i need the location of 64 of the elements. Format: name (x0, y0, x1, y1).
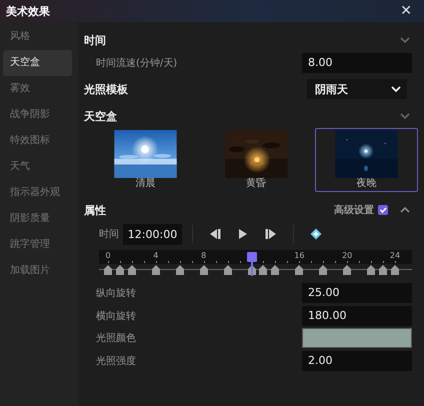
keyframe-marker[interactable] (222, 264, 233, 275)
tick-label: 0 (105, 251, 111, 260)
keyframe-marker[interactable] (198, 264, 209, 275)
keyframe-marker[interactable] (126, 264, 137, 275)
template-dropdown[interactable]: 阴雨天 (307, 79, 407, 99)
skybox-option[interactable]: 黄昏 (204, 128, 308, 192)
dropdown-caret-icon (391, 86, 401, 92)
section-title: 天空盒 (84, 108, 117, 124)
sidebar-item[interactable]: 雾效 (3, 76, 72, 102)
expand-icon[interactable] (400, 112, 410, 120)
color-swatch[interactable] (302, 328, 412, 348)
sidebar-item[interactable]: 天气 (3, 154, 72, 180)
next-key-icon[interactable] (264, 228, 278, 240)
number-field[interactable]: 8.00 (302, 53, 412, 73)
tick-label: 20 (342, 251, 352, 260)
field-label: 光照颜色 (96, 332, 136, 346)
keyframe-marker[interactable] (114, 264, 125, 275)
sidebar-item[interactable]: 天空盒 (3, 50, 72, 76)
skybox-option[interactable]: 清晨 (94, 128, 197, 192)
number-field[interactable]: 25.00 (302, 283, 412, 304)
advanced-checkbox[interactable] (378, 205, 388, 215)
window-title: 美术效果 (6, 4, 50, 18)
add-key-icon[interactable] (309, 228, 323, 240)
timeline-ruler[interactable]: 0 4 8 16 20 24 (99, 250, 412, 264)
sidebar-item[interactable]: 阴影质量 (3, 206, 72, 232)
sidebar-item[interactable]: 指示器外观 (3, 180, 72, 206)
skybox-option[interactable]: 夜晚 (315, 128, 418, 192)
close-button[interactable]: ✕ (398, 3, 414, 19)
keyframe-marker[interactable] (103, 264, 113, 275)
checkbox-label: 高级设置 (334, 203, 374, 217)
tick-label: 24 (390, 251, 400, 260)
field-label: 光照强度 (96, 354, 136, 368)
keyframe-marker[interactable] (270, 264, 280, 275)
keyframe-marker[interactable] (258, 264, 268, 275)
keyframe-marker[interactable] (378, 264, 388, 275)
section-title: 时间 (84, 32, 106, 48)
number-field[interactable]: 180.00 (302, 306, 412, 326)
field-label: 光照模板 (84, 82, 128, 96)
sidebar-item[interactable]: 风格 (3, 24, 72, 50)
keyframe-marker[interactable] (390, 264, 400, 275)
field-label: 时间流速(分钟/天) (96, 56, 178, 70)
keyframe-marker[interactable] (150, 264, 161, 275)
section-title: 属性 (84, 202, 106, 218)
tick-label: 8 (201, 251, 206, 260)
keyframe-marker[interactable] (294, 264, 304, 275)
sidebar-item[interactable]: 特效图标 (3, 128, 72, 154)
collapse-icon[interactable] (400, 206, 410, 214)
field-label: 时间 (99, 228, 119, 241)
sidebar-item[interactable]: 战争阴影 (3, 102, 72, 128)
field-label: 纵向旋转 (96, 286, 136, 300)
keyframe-marker[interactable] (174, 264, 185, 275)
tick-label: 16 (294, 251, 304, 260)
time-field[interactable]: 12:00:00 (123, 224, 182, 244)
previous-key-icon[interactable] (208, 228, 222, 240)
expand-icon[interactable] (400, 36, 410, 44)
field-label: 横向旋转 (96, 310, 136, 323)
sidebar-item[interactable]: 加载图片 (3, 258, 72, 284)
sidebar-item[interactable]: 跳字管理 (3, 232, 72, 258)
tick-label: 4 (153, 251, 158, 260)
time-slider-handle[interactable] (246, 252, 256, 276)
keyframe-marker[interactable] (318, 264, 328, 275)
keyframe-marker[interactable] (366, 264, 376, 275)
keyframe-marker[interactable] (342, 264, 352, 275)
number-field[interactable]: 2.00 (302, 350, 412, 371)
